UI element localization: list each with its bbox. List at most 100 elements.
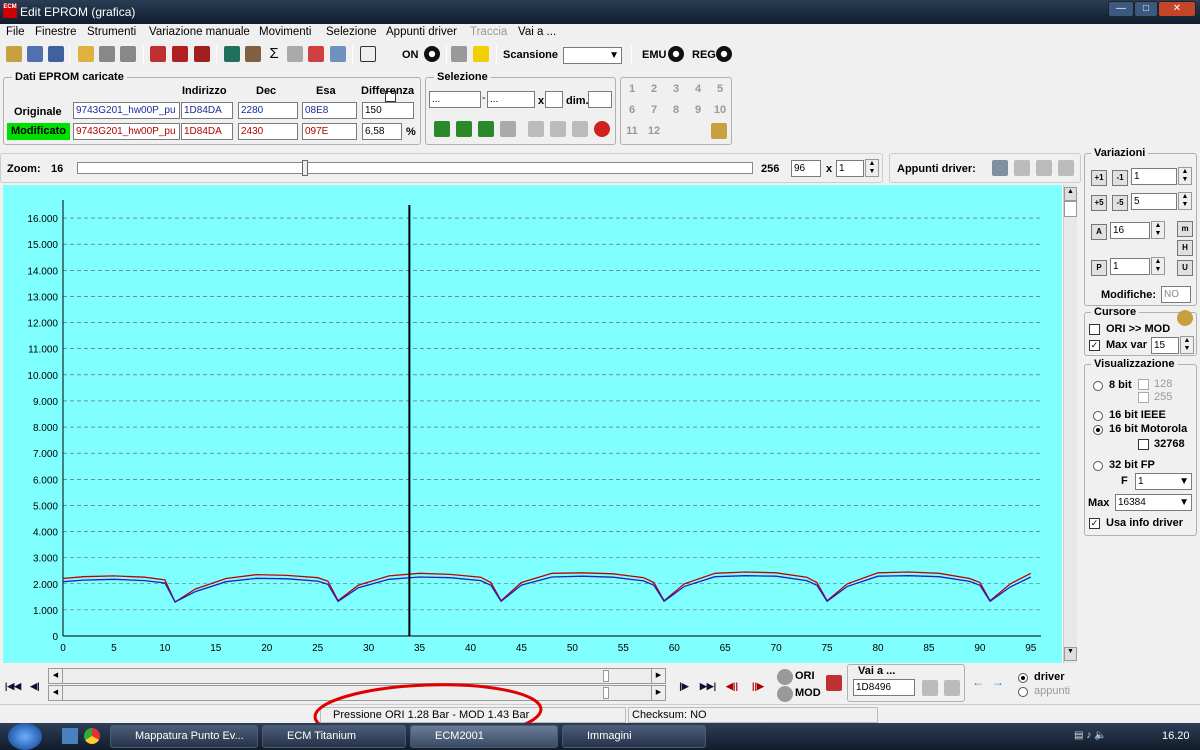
checksum-icon[interactable] [172,46,188,62]
check-icon[interactable] [150,46,166,62]
menu-variazione-manuale[interactable]: Variazione manuale [149,26,250,38]
max-select[interactable]: 16384 ▼ [1115,494,1192,511]
task-ecm2001[interactable]: ECM2001 [410,725,558,748]
key-6[interactable]: 6 [621,104,643,116]
ori-mod-checkbox[interactable] [1089,324,1100,335]
clip-paste-icon[interactable] [1014,160,1030,176]
checkbox-128[interactable] [1138,379,1149,390]
variazione-4-field[interactable]: 1 [1110,258,1150,275]
key-1[interactable]: 1 [621,83,643,95]
radio-8bit[interactable] [1093,381,1103,391]
variazione-1-spinner[interactable]: ▲ ▼ [1178,167,1192,185]
key-3[interactable]: 3 [665,83,687,95]
key-8[interactable]: 8 [665,104,687,116]
chrome-icon[interactable] [84,728,100,744]
open-folder-icon[interactable] [78,46,94,62]
radio-16bit-motorola[interactable] [1093,425,1103,435]
inc-small-icon[interactable]: +1 [1091,170,1107,186]
key-7[interactable]: 7 [643,104,665,116]
clip-add-icon[interactable] [1036,160,1052,176]
mod-lock-icon[interactable] [777,686,793,702]
select-clear-icon[interactable] [500,121,516,137]
modificato-dec-field[interactable]: 2430 [238,123,298,140]
zoom-slider-thumb[interactable] [302,160,308,176]
variazione-2-spinner[interactable]: ▲ ▼ [1178,192,1192,210]
maximize-icon[interactable]: □ [1134,1,1158,17]
dec-large-icon[interactable]: -5 [1112,195,1128,211]
close-icon[interactable]: ✕ [1158,1,1196,17]
key-10[interactable]: 10 [709,104,731,116]
checkbox-32768[interactable] [1138,439,1149,450]
clip-sub-icon[interactable] [1058,160,1074,176]
swap-right-icon[interactable]: → [992,675,1008,691]
menu-selezione[interactable]: Selezione [326,26,377,38]
prev-icon[interactable]: ◀| [25,675,45,697]
run-icon[interactable] [473,46,489,62]
ori-label[interactable]: ORI [795,670,815,682]
originale-differenza-field[interactable]: 150 [362,102,414,119]
last-icon[interactable]: ▶▶| [698,675,718,697]
key-5[interactable]: 5 [709,83,731,95]
modificato-file-field[interactable]: 9743G201_hw00P_pu [73,123,180,140]
arrow-icon[interactable] [308,46,324,62]
graph-vertical-scrollbar[interactable]: ▲ ▼ [1063,185,1077,663]
f-select[interactable]: 1 ▼ [1135,473,1192,490]
menu-traccia[interactable]: Traccia [470,26,507,38]
variazione-2-field[interactable]: 5 [1131,193,1177,210]
menu-finestre[interactable]: Finestre [35,26,77,38]
next-mod-icon[interactable]: ||▶ [748,675,768,697]
lock-icon[interactable] [1177,310,1193,326]
key-9[interactable]: 9 [687,104,709,116]
menu-vai-a[interactable]: Vai a ... [518,26,556,38]
modificato-differenza-field[interactable]: 6,58 [362,123,402,140]
emu-indicator-icon[interactable] [668,46,684,62]
goto-prev-icon[interactable] [922,680,938,696]
variazione-3-spinner[interactable]: ▲ ▼ [1151,221,1165,239]
calc-icon[interactable] [224,46,240,62]
next-icon[interactable]: |▶ [674,675,694,697]
originale-esa-field[interactable]: 08E8 [302,102,357,119]
start-orb-icon[interactable] [8,723,42,750]
maxvar-spinner[interactable]: ▲ ▼ [1180,336,1194,354]
desktop-icon[interactable] [62,728,78,744]
minimize-icon[interactable]: — [1108,1,1134,17]
checkbox-255[interactable] [1138,392,1149,403]
reset-icon[interactable] [194,46,210,62]
window-icon[interactable] [48,46,64,62]
menu-file[interactable]: File [6,26,25,38]
key-11[interactable]: 11 [621,125,643,137]
menu-movimenti[interactable]: Movimenti [259,26,311,38]
originale-file-field[interactable]: 9743G201_hw00P_pu [73,102,180,119]
radio-16bit-ieee[interactable] [1093,411,1103,421]
u-icon[interactable]: U [1177,260,1193,276]
vai-a-field[interactable]: 1D8496 [853,679,915,696]
zoom-spinner[interactable]: ▲ ▼ [865,159,879,177]
cut-selection-icon[interactable] [572,121,588,137]
select-start-icon[interactable] [434,121,450,137]
variazione-4-spinner[interactable]: ▲ ▼ [1151,257,1165,275]
save-as-icon[interactable] [120,46,136,62]
task-mappatura[interactable]: Mappatura Punto Ev... [110,725,258,748]
eprom-chart[interactable]: 0 1.000 2.000 3.000 4.000 5.000 6.000 7.000 8.00… [3,185,1062,663]
usa-info-checkbox[interactable]: ✓ [1089,518,1100,529]
sigma-icon[interactable]: Σ [266,46,282,62]
m-icon[interactable]: m [1177,221,1193,237]
variazione-1-field[interactable]: 1 [1131,168,1177,185]
undo-icon[interactable] [594,121,610,137]
originale-dec-field[interactable]: 2280 [238,102,298,119]
key-12[interactable]: 12 [643,125,665,137]
variazione-3-field[interactable]: 16 [1110,222,1150,239]
save-icon[interactable] [99,46,115,62]
swap-left-icon[interactable]: ← [972,675,988,691]
zoom-slider[interactable] [77,160,753,176]
prev-mod-icon[interactable]: ◀|| [722,675,742,697]
filter-icon[interactable] [360,46,376,62]
zoom-field[interactable]: 96 [791,160,821,177]
zoom-mult-field[interactable]: 1 [836,160,864,177]
select-end-icon[interactable] [478,121,494,137]
edit-icon[interactable] [245,46,261,62]
selezione-to-field[interactable]: ... [487,91,535,108]
task-ecm-titanium[interactable]: ECM Titanium [262,725,406,748]
maxvar-checkbox[interactable]: ✓ [1089,340,1100,351]
graph-icon[interactable] [330,46,346,62]
